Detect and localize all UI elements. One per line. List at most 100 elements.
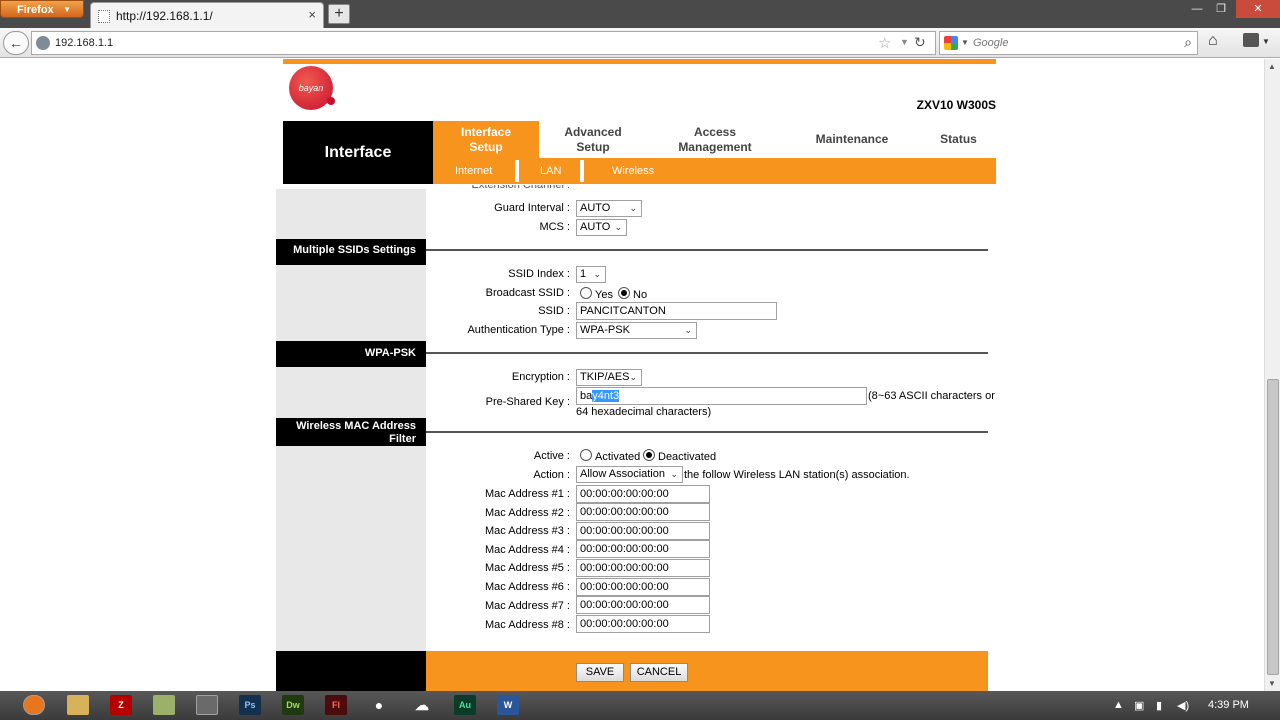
back-button[interactable]: ← xyxy=(3,31,29,55)
audition-icon[interactable]: Au xyxy=(454,695,476,715)
url-bar[interactable]: 192.168.1.1 ☆ ▼ ↻ xyxy=(31,31,936,55)
network-icon[interactable]: ▮ xyxy=(1156,699,1162,712)
reload-icon[interactable]: ↻ xyxy=(914,34,926,51)
mac-label-1: Mac Address #1 : xyxy=(485,488,570,500)
history-dropdown-icon[interactable]: ▼ xyxy=(900,37,909,47)
psk-label: Pre-Shared Key : xyxy=(485,396,570,408)
scroll-down-icon[interactable]: ▼ xyxy=(1268,679,1276,688)
broadcast-no-radio[interactable] xyxy=(618,287,630,299)
tool-icon[interactable] xyxy=(196,695,218,715)
guard-interval-select[interactable]: AUTO ⌄ xyxy=(576,200,642,217)
ssid-index-select[interactable]: 1 ⌄ xyxy=(576,266,606,283)
subnav-internet[interactable]: Internet xyxy=(455,165,492,177)
bookmarks-icon[interactable] xyxy=(1243,33,1259,47)
subnav-lan[interactable]: LAN xyxy=(540,165,561,177)
logo-text: bayan xyxy=(298,83,324,93)
footer-black-block xyxy=(276,651,426,691)
activated-radio[interactable] xyxy=(580,449,592,461)
notepad-icon[interactable] xyxy=(153,695,175,715)
subnav-separator xyxy=(515,160,519,182)
window-close-button[interactable]: ✕ xyxy=(1236,0,1280,18)
mac-input-2[interactable]: 00:00:00:00:00:00 xyxy=(576,503,710,521)
minimize-button[interactable]: — xyxy=(1185,0,1209,18)
browser-tab[interactable]: http://192.168.1.1/ × xyxy=(90,2,324,28)
mac-label-3: Mac Address #3 : xyxy=(485,525,570,537)
form-footer: SAVE CANCEL xyxy=(276,651,988,691)
close-icon[interactable]: × xyxy=(308,7,316,22)
new-tab-button[interactable]: + xyxy=(328,4,350,24)
action-select[interactable]: Allow Association ⌄ xyxy=(576,466,683,483)
mac-input-5[interactable]: 00:00:00:00:00:00 xyxy=(576,559,710,577)
filezilla-icon[interactable]: Z xyxy=(110,695,132,715)
mac-label-5: Mac Address #5 : xyxy=(485,562,570,574)
tray-expand-icon[interactable]: ▲ xyxy=(1113,699,1124,711)
save-button[interactable]: SAVE xyxy=(576,663,624,682)
nav-access-management[interactable]: Access Management xyxy=(647,121,783,158)
subnav-wireless[interactable]: Wireless xyxy=(612,165,654,177)
subnav-bar: Internet LAN Wireless xyxy=(433,158,996,184)
cloud-icon[interactable]: ☁ xyxy=(411,695,433,715)
auth-type-select[interactable]: WPA-PSK ⌄ xyxy=(576,322,697,339)
firefox-menu-button[interactable]: Firefox ▼ xyxy=(0,0,84,18)
nav-interface-setup[interactable]: Interface Setup xyxy=(433,121,539,158)
firefox-menu-label: Firefox xyxy=(17,4,54,16)
psk-input[interactable]: bay4nt3 xyxy=(576,387,867,405)
mac-input-4[interactable]: 00:00:00:00:00:00 xyxy=(576,540,710,558)
home-icon[interactable]: ⌂ xyxy=(1208,32,1218,50)
section-brand: Interface xyxy=(283,121,433,184)
router-header: Interface Interface Setup Advanced Setup A… xyxy=(283,121,996,184)
action-label: Action : xyxy=(533,469,570,481)
encryption-select[interactable]: TKIP/AES ⌄ xyxy=(576,369,642,386)
navigation-toolbar: ← 192.168.1.1 ☆ ▼ ↻ ▼ Google ⌕ ⌂ ▼ xyxy=(0,28,1280,58)
mac-label-7: Mac Address #7 : xyxy=(485,600,570,612)
bookmarks-dropdown-icon[interactable]: ▼ xyxy=(1262,37,1270,46)
psk-hint-line1: (8~63 ASCII characters or xyxy=(868,390,995,402)
scroll-up-icon[interactable]: ▲ xyxy=(1268,62,1276,71)
search-bar[interactable]: ▼ Google ⌕ xyxy=(939,31,1198,55)
search-icon[interactable]: ⌕ xyxy=(1184,34,1192,51)
google-icon xyxy=(944,36,958,50)
section-divider xyxy=(426,431,988,433)
deactivated-radio[interactable] xyxy=(643,449,655,461)
globe-icon xyxy=(36,36,50,50)
ssid-input[interactable]: PANCITCANTON xyxy=(576,302,777,320)
nav-label: Interface Setup xyxy=(460,124,512,154)
nav-advanced-setup[interactable]: Advanced Setup xyxy=(539,121,647,158)
explorer-icon[interactable] xyxy=(67,695,89,715)
clock[interactable]: 4:39 PM xyxy=(1208,699,1249,711)
mac-input-8[interactable]: 00:00:00:00:00:00 xyxy=(576,615,710,633)
nav-status[interactable]: Status xyxy=(921,121,996,158)
chat-icon[interactable]: ● xyxy=(368,695,390,715)
mac-input-7[interactable]: 00:00:00:00:00:00 xyxy=(576,596,710,614)
broadcast-yes-radio[interactable] xyxy=(580,287,592,299)
ssid-index-label: SSID Index : xyxy=(508,268,570,280)
nav-label: Access Management xyxy=(678,124,752,154)
mac-label-8: Mac Address #8 : xyxy=(485,619,570,631)
section-mac-filter: Wireless MAC Address Filter xyxy=(276,418,426,446)
search-engine-dropdown-icon[interactable]: ▼ xyxy=(961,38,969,47)
volume-icon[interactable]: ◀) xyxy=(1177,699,1189,712)
search-placeholder: Google xyxy=(973,37,1009,49)
tray-app-icon[interactable]: ▣ xyxy=(1134,699,1144,712)
dreamweaver-icon[interactable]: Dw xyxy=(282,695,304,715)
nav-label: Status xyxy=(940,132,977,146)
cancel-button[interactable]: CANCEL xyxy=(630,663,688,682)
psk-hint-line2: 64 hexadecimal characters) xyxy=(576,406,712,418)
word-icon[interactable]: W xyxy=(497,695,519,715)
scrollbar-thumb[interactable] xyxy=(1267,379,1279,675)
chevron-down-icon: ⌄ xyxy=(629,203,637,213)
maximize-button[interactable]: ❐ xyxy=(1209,0,1233,18)
mac-input-6[interactable]: 00:00:00:00:00:00 xyxy=(576,578,710,596)
windows-taskbar: Z Ps Dw Fl ● ☁ Au W ▲ ▣ ▮ ◀) 4:39 PM xyxy=(0,691,1280,720)
mac-input-3[interactable]: 00:00:00:00:00:00 xyxy=(576,522,710,540)
flash-icon[interactable]: Fl xyxy=(325,695,347,715)
section-wpa-psk: WPA-PSK xyxy=(276,341,426,367)
photoshop-icon[interactable]: Ps xyxy=(239,695,261,715)
nav-maintenance[interactable]: Maintenance xyxy=(783,121,921,158)
firefox-icon[interactable] xyxy=(23,695,45,715)
page-scrollbar[interactable]: ▲ ▼ xyxy=(1264,59,1280,691)
subnav-separator xyxy=(580,160,584,182)
mcs-select[interactable]: AUTO ⌄ xyxy=(576,219,627,236)
mac-input-1[interactable]: 00:00:00:00:00:00 xyxy=(576,485,710,503)
bookmark-star-icon[interactable]: ☆ xyxy=(878,34,891,52)
